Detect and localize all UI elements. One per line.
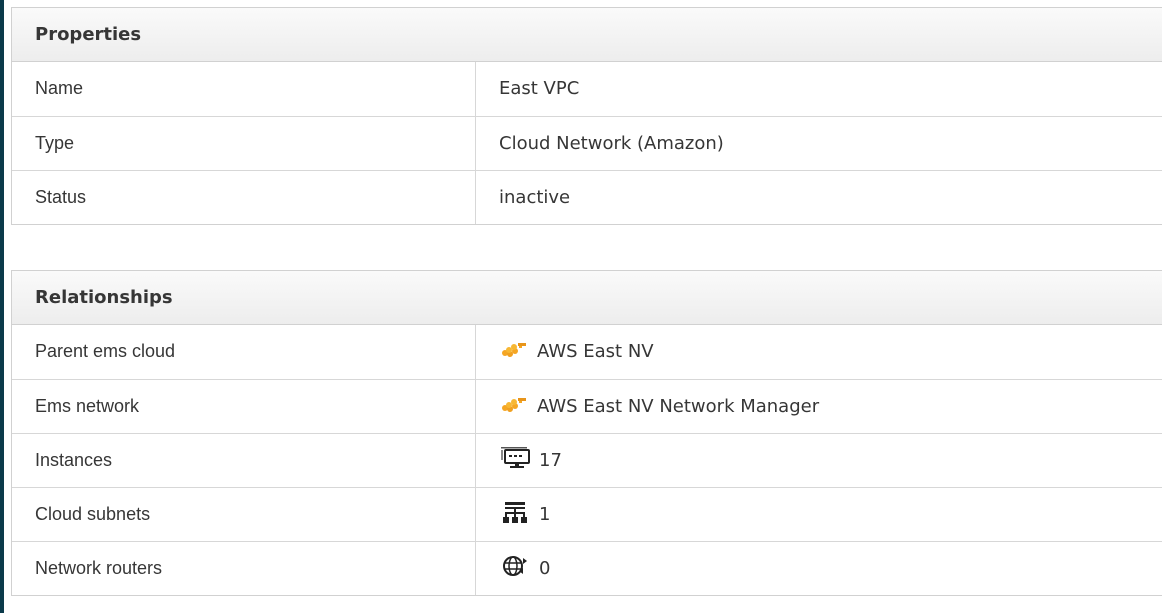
cloud-subnets-count[interactable]: 1 — [539, 504, 550, 525]
relationship-row-cloud-subnets[interactable]: Cloud subnets 1 — [12, 486, 1162, 541]
window-edge — [0, 0, 4, 613]
property-value-status: inactive — [475, 169, 1162, 224]
relationship-row-ems-network[interactable]: Ems network AWS East NV Network Manager — [12, 378, 1162, 433]
relationship-row-instances[interactable]: Instances 17 — [12, 432, 1162, 487]
relationships-panel: Relationships Parent ems cloud AWS East … — [11, 270, 1162, 596]
properties-header: Properties — [12, 8, 1162, 62]
aws-cloud-icon — [499, 339, 531, 364]
relationship-value-parent-ems-cloud[interactable]: AWS East NV — [476, 325, 1162, 379]
relationship-value-cloud-subnets[interactable]: 1 — [475, 486, 1162, 541]
relationship-label-instances: Instances — [12, 432, 476, 487]
subnet-tree-icon — [499, 500, 533, 529]
ems-network-link[interactable]: AWS East NV Network Manager — [537, 396, 819, 417]
parent-ems-cloud-link[interactable]: AWS East NV — [537, 341, 654, 362]
relationship-row-parent-ems-cloud[interactable]: Parent ems cloud AWS East NV — [12, 325, 1162, 379]
property-label-type: Type — [12, 115, 476, 170]
property-value-name: East VPC — [499, 78, 580, 100]
properties-table: Name East VPC Type Cloud Network (Amazon… — [12, 62, 1162, 224]
instance-monitor-icon — [499, 446, 533, 475]
router-globe-icon — [499, 554, 533, 583]
relationship-label-ems-network: Ems network — [12, 378, 476, 433]
relationship-label-network-routers: Network routers — [12, 540, 476, 595]
relationship-value-instances[interactable]: 17 — [475, 432, 1162, 487]
aws-cloud-icon — [499, 394, 531, 419]
relationship-label-cloud-subnets: Cloud subnets — [12, 486, 476, 541]
property-label-status: Status — [12, 169, 476, 224]
properties-panel: Properties Name East VPC Type Cloud Netw… — [11, 7, 1162, 225]
relationship-value-ems-network[interactable]: AWS East NV Network Manager — [475, 378, 1162, 433]
relationships-table: Parent ems cloud AWS East NV Ems network — [12, 325, 1162, 595]
table-row: Status inactive — [12, 169, 1162, 224]
table-row: Name East VPC — [12, 62, 1162, 116]
relationship-row-network-routers[interactable]: Network routers 0 — [12, 540, 1162, 595]
relationship-label-parent-ems-cloud: Parent ems cloud — [12, 325, 476, 379]
instances-count[interactable]: 17 — [539, 450, 562, 471]
relationship-value-network-routers[interactable]: 0 — [475, 540, 1162, 595]
property-value-type: Cloud Network (Amazon) — [475, 115, 1162, 170]
property-label-name: Name — [12, 62, 476, 116]
network-routers-count[interactable]: 0 — [539, 558, 550, 579]
relationships-header: Relationships — [12, 271, 1162, 325]
table-row: Type Cloud Network (Amazon) — [12, 115, 1162, 170]
